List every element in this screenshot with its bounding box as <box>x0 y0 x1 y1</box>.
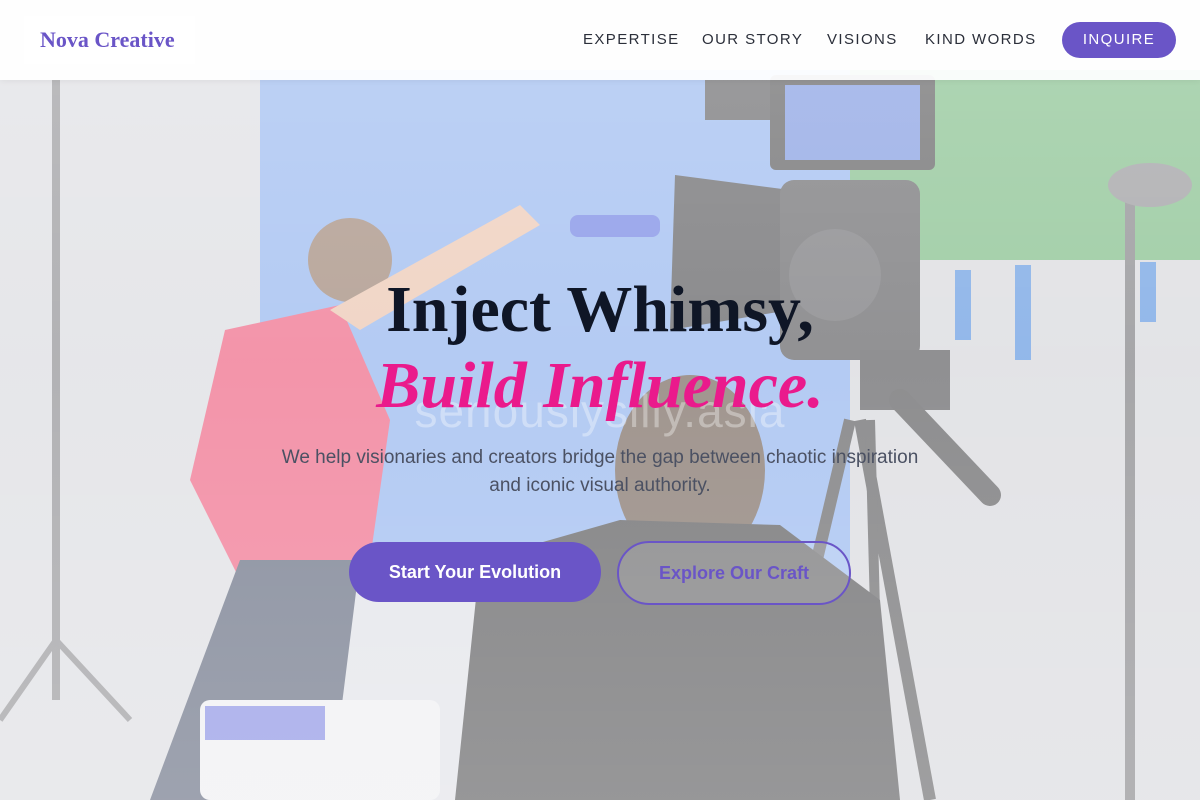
hero-subtitle: We help visionaries and creators bridge … <box>281 447 919 496</box>
nav-link-our-story[interactable]: OUR STORY <box>702 30 803 50</box>
nav-link-visions[interactable]: VISIONS <box>827 30 898 50</box>
hero-headline-line1: Inject Whimsy, <box>386 273 814 346</box>
nav-link-expertise[interactable]: EXPERTISE <box>583 30 680 50</box>
explore-craft-button[interactable]: Explore Our Craft <box>617 541 851 605</box>
site-header: Nova Creative EXPERTISE OUR STORY VISION… <box>0 0 1200 80</box>
hero-headline-line2: Build Influence. <box>376 349 824 422</box>
brand-logo[interactable]: Nova Creative <box>24 16 195 64</box>
start-evolution-button[interactable]: Start Your Evolution <box>349 542 601 602</box>
nav-link-kind-words[interactable]: KIND WORDS <box>925 30 1037 50</box>
hero-section: Inject Whimsy, Build Influence. We help … <box>0 270 1200 500</box>
hero-cta-group: Start Your Evolution Explore Our Craft <box>0 541 1200 605</box>
inquire-button[interactable]: INQUIRE <box>1062 22 1176 58</box>
